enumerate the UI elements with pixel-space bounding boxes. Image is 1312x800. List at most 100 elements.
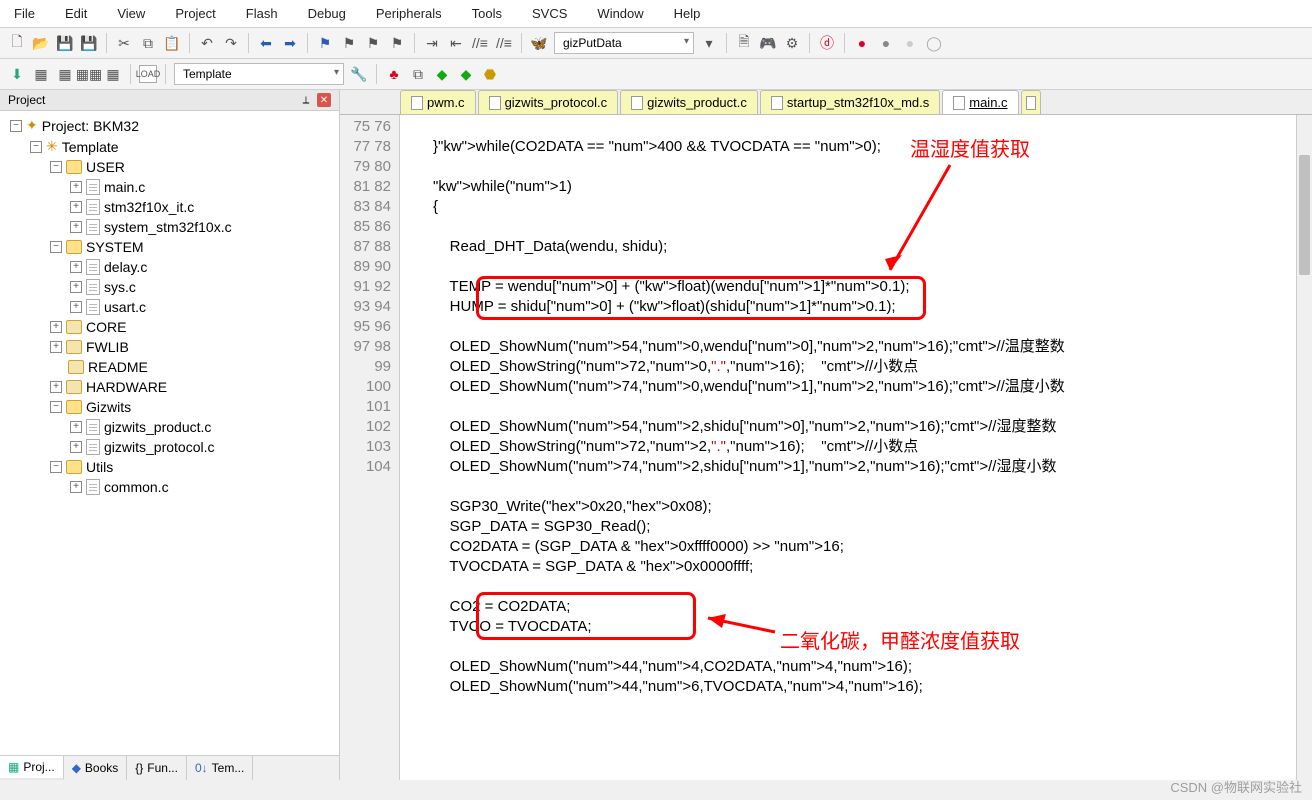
paste-icon[interactable]: 📋: [163, 34, 181, 52]
menu-window[interactable]: Window: [591, 4, 649, 23]
manage-rtx-icon[interactable]: ◆: [433, 65, 451, 83]
comment-icon[interactable]: //≡: [471, 34, 489, 52]
file-tab-more[interactable]: [1021, 90, 1041, 114]
tree-hardware[interactable]: +HARDWARE: [2, 377, 337, 397]
build-icon[interactable]: ▦: [32, 65, 50, 83]
menu-svcs[interactable]: SVCS: [526, 4, 573, 23]
manage-proj-icon[interactable]: ♣: [385, 65, 403, 83]
tree-file[interactable]: +system_stm32f10x.c: [2, 217, 337, 237]
pack-installer-icon[interactable]: ⬣: [481, 65, 499, 83]
tree-file[interactable]: +sys.c: [2, 277, 337, 297]
project-tree[interactable]: −✦Project: BKM32 −✳Template −USER +main.…: [0, 111, 339, 755]
file-tab-startup[interactable]: startup_stm32f10x_md.s: [760, 90, 940, 114]
tree-file[interactable]: +delay.c: [2, 257, 337, 277]
nav-back-icon[interactable]: ⬅: [257, 34, 275, 52]
tree-user[interactable]: −USER: [2, 157, 337, 177]
bookmark-next-icon[interactable]: ⚑: [364, 34, 382, 52]
file-tab-product[interactable]: gizwits_product.c: [620, 90, 758, 114]
find-combo[interactable]: gizPutData: [554, 32, 694, 54]
menu-debug[interactable]: Debug: [302, 4, 352, 23]
uncomment-icon[interactable]: //≡: [495, 34, 513, 52]
tab-books[interactable]: ◆Books: [64, 756, 128, 780]
menu-flash[interactable]: Flash: [240, 4, 284, 23]
menu-view[interactable]: View: [111, 4, 151, 23]
tree-file[interactable]: +gizwits_product.c: [2, 417, 337, 437]
undo-icon[interactable]: ↶: [198, 34, 216, 52]
save-icon[interactable]: 💾: [56, 34, 74, 52]
indent-icon[interactable]: ⇥: [423, 34, 441, 52]
scroll-thumb[interactable]: [1299, 155, 1310, 275]
tree-file[interactable]: +usart.c: [2, 297, 337, 317]
project-bottom-tabs: ▦Proj... ◆Books {}Fun... 0↓Tem...: [0, 755, 339, 780]
file-tab-main[interactable]: main.c: [942, 90, 1018, 114]
pin-icon[interactable]: ⟂: [299, 93, 313, 107]
vertical-scrollbar[interactable]: [1296, 115, 1312, 780]
copy-icon[interactable]: ⧉: [139, 34, 157, 52]
toolbar-main: 🗋 📂 💾 💾 ✂ ⧉ 📋 ↶ ↷ ⬅ ➡ ⚑ ⚑ ⚑ ⚑ ⇥ ⇤ //≡ //…: [0, 28, 1312, 59]
menu-bar: File Edit View Project Flash Debug Perip…: [0, 0, 1312, 28]
download-icon[interactable]: LOAD: [139, 65, 157, 83]
target-combo[interactable]: Template: [174, 63, 344, 85]
find-icon[interactable]: 🦋: [530, 34, 548, 52]
config-icon[interactable]: 🎮: [759, 34, 777, 52]
translate-icon[interactable]: ⬇: [8, 65, 26, 83]
doc-icon[interactable]: 🗎: [735, 34, 753, 52]
select-pack-icon[interactable]: ◆: [457, 65, 475, 83]
editor-area: pwm.c gizwits_protocol.c gizwits_product…: [340, 90, 1312, 780]
bookmark-clear-icon[interactable]: ⚑: [388, 34, 406, 52]
toolbar-build: ⬇ ▦ ▦ ▦▦ ▦ LOAD Template 🔧 ♣ ⧉ ◆ ◆ ⬣: [0, 59, 1312, 90]
tree-core[interactable]: +CORE: [2, 317, 337, 337]
tree-file[interactable]: +stm32f10x_it.c: [2, 197, 337, 217]
tree-gizwits[interactable]: −Gizwits: [2, 397, 337, 417]
menu-tools[interactable]: Tools: [466, 4, 508, 23]
bookmark-prev-icon[interactable]: ⚑: [340, 34, 358, 52]
tree-file[interactable]: +main.c: [2, 177, 337, 197]
tree-template[interactable]: −✳Template: [2, 136, 337, 157]
menu-edit[interactable]: Edit: [59, 4, 93, 23]
new-icon[interactable]: 🗋: [8, 34, 26, 52]
redo-icon[interactable]: ↷: [222, 34, 240, 52]
code-lines[interactable]: }"kw">while(CO2DATA == "num">400 && TVOC…: [400, 115, 1073, 780]
tree-utils[interactable]: −Utils: [2, 457, 337, 477]
file-tab-protocol[interactable]: gizwits_protocol.c: [478, 90, 619, 114]
save-all-icon[interactable]: 💾: [80, 34, 98, 52]
find-dropdown-icon[interactable]: ▾: [700, 34, 718, 52]
open-icon[interactable]: 📂: [32, 34, 50, 52]
options-icon[interactable]: ⚙: [783, 34, 801, 52]
menu-periph[interactable]: Peripherals: [370, 4, 448, 23]
close-icon[interactable]: ✕: [317, 93, 331, 107]
tab-project[interactable]: ▦Proj...: [0, 756, 64, 780]
tab-functions[interactable]: {}Fun...: [127, 756, 187, 780]
tree-readme[interactable]: README: [2, 357, 337, 377]
file-tab-pwm[interactable]: pwm.c: [400, 90, 476, 114]
file-tabs: pwm.c gizwits_protocol.c gizwits_product…: [340, 90, 1312, 115]
tree-system[interactable]: −SYSTEM: [2, 237, 337, 257]
line-gutter: 75 76 77 78 79 80 81 82 83 84 85 86 87 8…: [340, 115, 400, 780]
watermark: CSDN @物联网实验社: [1170, 777, 1302, 796]
rebuild-icon[interactable]: ▦: [56, 65, 74, 83]
code-editor[interactable]: 75 76 77 78 79 80 81 82 83 84 85 86 87 8…: [340, 115, 1312, 780]
tree-fwlib[interactable]: +FWLIB: [2, 337, 337, 357]
cut-icon[interactable]: ✂: [115, 34, 133, 52]
breakpoint-dis-icon[interactable]: ●: [901, 34, 919, 52]
target-options-icon[interactable]: 🔧: [350, 65, 368, 83]
outdent-icon[interactable]: ⇤: [447, 34, 465, 52]
file-group-icon[interactable]: ⧉: [409, 65, 427, 83]
tree-file[interactable]: +common.c: [2, 477, 337, 497]
menu-project[interactable]: Project: [169, 4, 221, 23]
breakpoint-clear-icon[interactable]: ◯: [925, 34, 943, 52]
tab-templates[interactable]: 0↓Tem...: [187, 756, 253, 780]
bookmark-icon[interactable]: ⚑: [316, 34, 334, 52]
project-panel: Project ⟂ ✕ −✦Project: BKM32 −✳Template …: [0, 90, 340, 780]
breakpoint-red-icon[interactable]: ●: [853, 34, 871, 52]
nav-fwd-icon[interactable]: ➡: [281, 34, 299, 52]
menu-file[interactable]: File: [8, 4, 41, 23]
project-panel-title: Project ⟂ ✕: [0, 90, 339, 111]
debug-icon[interactable]: ⓓ: [818, 34, 836, 52]
tree-root[interactable]: −✦Project: BKM32: [2, 115, 337, 136]
tree-file[interactable]: +gizwits_protocol.c: [2, 437, 337, 457]
menu-help[interactable]: Help: [668, 4, 707, 23]
batch-build-icon[interactable]: ▦▦: [80, 65, 98, 83]
stop-build-icon[interactable]: ▦: [104, 65, 122, 83]
breakpoint-grey-icon[interactable]: ●: [877, 34, 895, 52]
